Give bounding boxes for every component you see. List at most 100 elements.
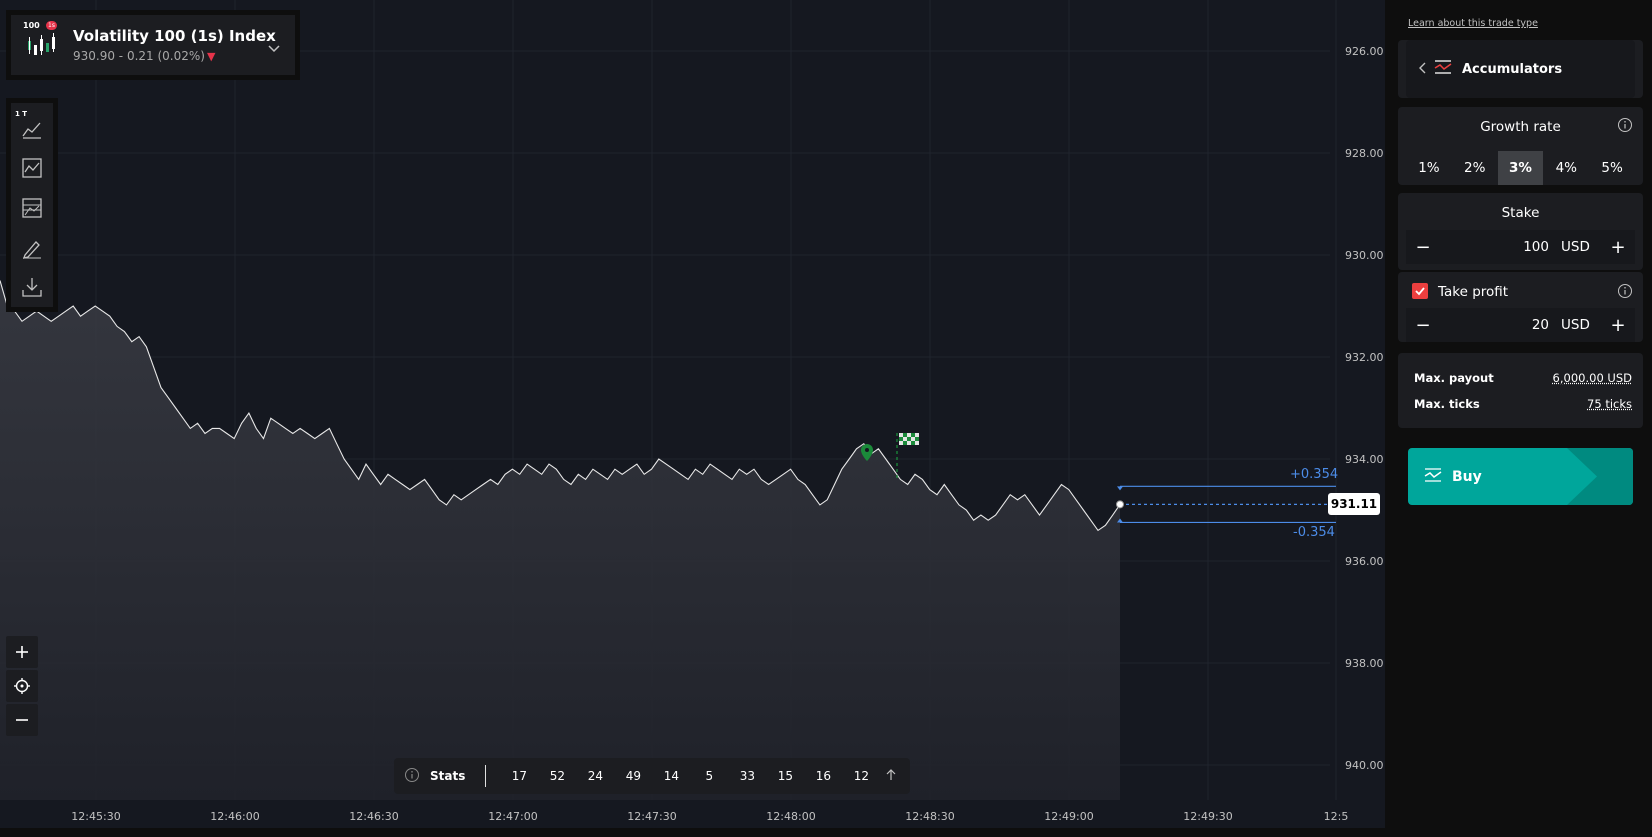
chart-type-button[interactable]: 1 T bbox=[15, 110, 47, 144]
growth-rate-option-3[interactable]: 3% bbox=[1497, 151, 1544, 185]
reset-view-button[interactable] bbox=[6, 670, 38, 702]
templates-icon bbox=[22, 198, 42, 218]
symbol-quote: 930.90 - 0.21 (0.02%) ▼ bbox=[73, 49, 276, 63]
x-axis-label: 12:46:00 bbox=[210, 810, 259, 823]
stat-value: 5 bbox=[705, 769, 714, 783]
max-ticks-value[interactable]: 75 ticks bbox=[1587, 397, 1632, 411]
chart-area[interactable]: 940.00 938.00 936.00 934.00 932.00 930.00 928.… bbox=[0, 0, 1385, 828]
x-axis-label: 12:47:30 bbox=[627, 810, 676, 823]
drawing-tools-button[interactable] bbox=[17, 233, 47, 263]
x-axis-label: 12:5 bbox=[1324, 810, 1349, 823]
y-axis-label: 936.00 bbox=[1345, 555, 1384, 568]
symbol-selector[interactable]: 100 1s Volatility 100 (1s) Index 930.90 … bbox=[6, 10, 300, 80]
buy-arrow-shape bbox=[1567, 448, 1633, 505]
x-axis-label: 12:46:30 bbox=[349, 810, 398, 823]
current-tick-dot bbox=[1116, 500, 1124, 509]
stake-value[interactable]: 100 bbox=[1440, 239, 1561, 255]
zoom-in-icon bbox=[16, 646, 28, 658]
trade-type-card: Accumulators bbox=[1398, 40, 1643, 98]
chevron-left-icon[interactable] bbox=[1418, 60, 1428, 79]
symbol-badge-top: 100 bbox=[23, 21, 40, 30]
learn-about-trade-type-link[interactable]: Learn about this trade type bbox=[1408, 18, 1538, 29]
symbol-name: Volatility 100 (1s) Index bbox=[73, 27, 276, 45]
price-down-icon: ▼ bbox=[206, 50, 216, 63]
x-axis-label: 12:48:00 bbox=[766, 810, 815, 823]
take-profit-label: Take profit bbox=[1438, 284, 1509, 300]
zoom-out-button[interactable] bbox=[6, 704, 38, 736]
zoom-out-icon bbox=[16, 719, 28, 721]
take-profit-card: Take profit − 20 USD + bbox=[1398, 272, 1643, 342]
templates-button[interactable] bbox=[17, 193, 47, 223]
entry-spot-icon-hole bbox=[865, 448, 869, 452]
arrow-up-icon[interactable] bbox=[884, 768, 898, 785]
y-axis-label: 932.00 bbox=[1345, 351, 1384, 364]
stake-decrease-button[interactable]: − bbox=[1406, 237, 1440, 258]
y-axis-label: 928.00 bbox=[1345, 147, 1384, 160]
take-profit-decrease-button[interactable]: − bbox=[1406, 315, 1440, 336]
exit-flag-check bbox=[907, 433, 911, 437]
upper-barrier-marker bbox=[1117, 486, 1123, 491]
max-payout-label: Max. payout bbox=[1414, 371, 1494, 385]
growth-rate-option-5[interactable]: 5% bbox=[1589, 151, 1635, 185]
stats-bar: Stats 17 52 24 49 14 5 33 15 16 12 bbox=[394, 758, 910, 794]
accumulators-icon bbox=[1424, 467, 1442, 487]
buy-label: Buy bbox=[1452, 468, 1482, 485]
trade-panel: Learn about this trade type Accumulators… bbox=[1390, 0, 1652, 837]
current-price-label: 931.11 bbox=[1328, 493, 1380, 515]
max-ticks-row: Max. ticks 75 ticks bbox=[1414, 397, 1632, 411]
symbol-quote-text: 930.90 - 0.21 (0.02%) bbox=[73, 49, 205, 63]
chart-toolbar: 1 T bbox=[6, 98, 58, 312]
stat-value: 33 bbox=[739, 769, 755, 783]
drawing-tools-icon bbox=[23, 240, 41, 259]
max-payout-value[interactable]: 6,000.00 USD bbox=[1553, 371, 1632, 385]
exit-flag-check bbox=[911, 437, 915, 441]
chevron-down-icon[interactable] bbox=[267, 39, 281, 58]
x-axis-label: 12:45:30 bbox=[71, 810, 120, 823]
growth-rate-option-2[interactable]: 2% bbox=[1452, 151, 1498, 185]
stat-value: 49 bbox=[625, 769, 641, 783]
zoom-controls bbox=[6, 636, 40, 738]
payout-info-card: Max. payout 6,000.00 USD Max. ticks 75 t… bbox=[1398, 353, 1643, 428]
info-icon[interactable] bbox=[1617, 117, 1633, 137]
stat-value: 12 bbox=[853, 769, 869, 783]
stat-value: 52 bbox=[549, 769, 565, 783]
y-axis-label: 926.00 bbox=[1345, 45, 1384, 58]
take-profit-currency: USD bbox=[1561, 317, 1590, 333]
download-button[interactable] bbox=[17, 272, 47, 302]
exit-flag-check bbox=[903, 437, 907, 441]
growth-rate-option-1[interactable]: 1% bbox=[1406, 151, 1452, 185]
take-profit-checkbox[interactable] bbox=[1412, 283, 1428, 299]
take-profit-value[interactable]: 20 bbox=[1440, 317, 1561, 333]
stat-value: 24 bbox=[587, 769, 603, 783]
symbol-badge-sub: 1s bbox=[46, 21, 57, 30]
stake-stepper: − 100 USD + bbox=[1406, 230, 1635, 264]
max-ticks-label: Max. ticks bbox=[1414, 397, 1480, 411]
candlestick-chart-icon: 100 1s bbox=[23, 21, 61, 63]
stat-value: 15 bbox=[777, 769, 793, 783]
growth-rate-option-4[interactable]: 4% bbox=[1543, 151, 1589, 185]
lower-barrier-label: -0.354 bbox=[1293, 525, 1335, 540]
y-axis-label: 938.00 bbox=[1345, 657, 1384, 670]
stake-increase-button[interactable]: + bbox=[1601, 237, 1635, 258]
trade-type-selector[interactable]: Accumulators bbox=[1406, 40, 1635, 98]
zoom-in-button[interactable] bbox=[6, 636, 38, 668]
exit-flag-check bbox=[899, 433, 903, 437]
exit-flag-check bbox=[907, 441, 911, 445]
buy-button[interactable]: Buy bbox=[1408, 448, 1633, 505]
price-area bbox=[0, 280, 1120, 800]
take-profit-increase-button[interactable]: + bbox=[1601, 315, 1635, 336]
reset-view-icon bbox=[14, 678, 30, 694]
stat-value: 17 bbox=[511, 769, 527, 783]
upper-barrier-label: +0.354 bbox=[1290, 467, 1339, 482]
stats-label: Stats bbox=[430, 769, 466, 783]
indicators-button[interactable] bbox=[17, 154, 47, 184]
info-icon[interactable] bbox=[404, 767, 420, 786]
info-icon[interactable] bbox=[1617, 283, 1633, 303]
stake-currency: USD bbox=[1561, 239, 1590, 255]
x-axis-label: 12:47:00 bbox=[488, 810, 537, 823]
download-icon bbox=[22, 278, 42, 297]
growth-rate-title: Growth rate bbox=[1480, 119, 1561, 135]
max-payout-row: Max. payout 6,000.00 USD bbox=[1414, 371, 1632, 385]
price-chart[interactable]: 940.00 938.00 936.00 934.00 932.00 930.00 928.… bbox=[0, 0, 1385, 828]
stats-divider bbox=[485, 765, 487, 787]
